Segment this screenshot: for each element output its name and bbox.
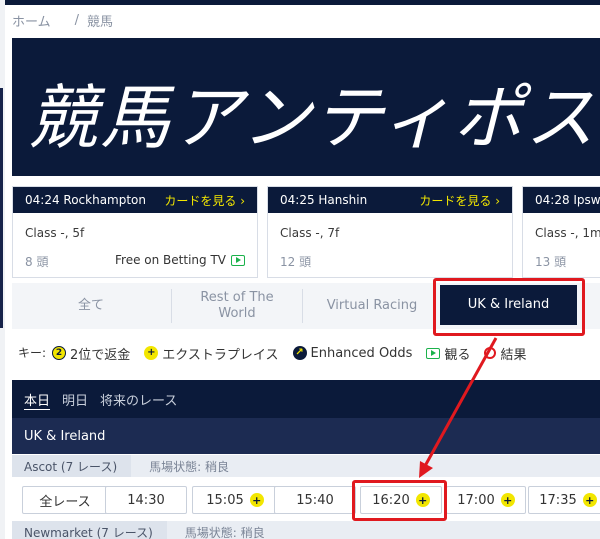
tab-virtual-racing[interactable]: Virtual Racing <box>308 283 436 329</box>
breadcrumb-home[interactable]: ホーム <box>12 11 51 30</box>
result-icon <box>484 347 497 359</box>
race-times: 全レース 14:30 15:05 + 15:40 16:20 + 17:00 +… <box>12 483 600 517</box>
breadcrumb: ホーム / 競馬 <box>12 10 113 30</box>
race-card-header: 04:24 Rockhampton カードを見る › <box>13 187 257 213</box>
key-item: ↗ Enhanced Odds <box>292 345 413 361</box>
race-time-label: 14:30 <box>127 492 165 508</box>
hero-banner: 競馬アンティポスト <box>12 38 600 176</box>
race-time-venue: 04:28 Ipsw <box>535 193 600 207</box>
key-item: 2 2位で返金 <box>52 344 130 363</box>
key-item-label: 2位で返金 <box>70 347 131 363</box>
key-item-label: エクストラプレイス <box>162 347 279 363</box>
race-class: Class -, 7f <box>280 226 340 240</box>
next-races-carousel: 04:24 Rockhampton カードを見る › Class -, 5f 8… <box>12 186 600 280</box>
key-item: 観る <box>426 344 470 363</box>
breadcrumb-separator: / <box>74 12 80 28</box>
race-card[interactable]: 04:28 Ipsw Class -, 1m 13 頭 <box>522 186 600 278</box>
money-back-2nd-icon: 2 <box>52 346 66 360</box>
meeting-name[interactable]: Newmarket (7 レース) <box>12 521 167 539</box>
meeting-going: 馬場状態: 稍良 <box>149 459 229 474</box>
tab-rest-of-world[interactable]: Rest of The World <box>178 283 296 329</box>
view-card-link[interactable]: カードを見る › <box>164 192 245 209</box>
race-time-button[interactable]: 17:00 + <box>446 486 526 514</box>
meeting-going: 馬場状態: 稍良 <box>184 525 265 539</box>
meeting-name[interactable]: Ascot (7 レース) <box>12 455 132 477</box>
tab-all[interactable]: 全て <box>12 283 170 329</box>
runner-count: 13 頭 <box>535 255 567 269</box>
time-highlight-box <box>352 480 447 521</box>
tab-divider <box>171 289 172 323</box>
extra-place-icon: + <box>500 493 515 507</box>
race-time-button[interactable]: 14:30 <box>105 486 187 514</box>
race-card[interactable]: 04:24 Rockhampton カードを見る › Class -, 5f 8… <box>12 186 258 278</box>
meeting-header: Ascot (7 レース) 馬場状態: 稍良 <box>12 455 600 477</box>
view-card-link[interactable]: カードを見る › <box>419 192 500 209</box>
top-bar <box>0 0 600 5</box>
key-item-label: 観る <box>444 347 471 363</box>
race-card[interactable]: 04:25 Hanshin カードを見る › Class -, 7f 12 頭 <box>267 186 513 278</box>
betting-tv[interactable]: Free on Betting TV <box>115 253 245 267</box>
race-time-label: 17:35 <box>539 492 577 508</box>
race-time-label: 全レース <box>39 494 91 510</box>
key-label: キー: <box>18 346 47 360</box>
key-item-label: 結果 <box>500 347 527 363</box>
icon-key: キー: 2 2位で返金 + エクストラプレイス ↗ Enhanced Odds … <box>12 331 600 375</box>
day-tomorrow[interactable]: 明日 <box>62 390 88 409</box>
breadcrumb-current: 競馬 <box>87 14 114 30</box>
extra-place-icon: + <box>582 493 597 507</box>
race-time-button[interactable]: 15:40 <box>274 486 356 514</box>
left-edge <box>0 0 5 539</box>
key-item: + エクストラプレイス <box>144 344 279 363</box>
race-time-label: 15:05 <box>206 492 244 508</box>
race-card-header: 04:28 Ipsw <box>523 187 600 213</box>
day-future[interactable]: 将来のレース <box>100 390 177 409</box>
extra-place-icon: + <box>249 493 264 507</box>
race-class: Class -, 5f <box>25 226 85 240</box>
region-heading: UK & Ireland <box>12 418 600 454</box>
betting-tv-label: Free on Betting TV <box>115 253 226 267</box>
key-item-label: Enhanced Odds <box>310 345 413 361</box>
tab-highlight-box <box>433 278 585 336</box>
race-time-button[interactable]: 15:05 + <box>192 486 278 514</box>
race-time-label: 17:00 <box>457 492 495 508</box>
race-time-venue: 04:25 Hanshin <box>280 193 368 207</box>
key-item: 結果 <box>484 344 526 363</box>
runner-count: 8 頭 <box>25 255 49 269</box>
race-class: Class -, 1m <box>535 226 600 240</box>
all-races-button[interactable]: 全レース <box>22 486 108 514</box>
race-time-button[interactable]: 17:35 + <box>528 486 600 514</box>
meeting-header: Newmarket (7 レース) 馬場状態: 稍良 <box>12 521 600 539</box>
race-time-label: 15:40 <box>296 492 334 508</box>
race-time-venue: 04:24 Rockhampton <box>25 193 147 207</box>
day-today[interactable]: 本日 <box>24 390 50 409</box>
tv-icon <box>231 254 245 266</box>
race-card-header: 04:25 Hanshin カードを見る › <box>268 187 512 213</box>
day-selector: 本日 明日 将来のレース <box>12 380 600 418</box>
page-title: 競馬アンティポスト <box>28 77 600 159</box>
enhanced-odds-icon: ↗ <box>292 346 307 360</box>
runner-count: 12 頭 <box>280 255 312 269</box>
extra-place-icon: + <box>144 346 159 360</box>
tv-icon <box>426 347 441 359</box>
tab-divider <box>302 289 303 323</box>
